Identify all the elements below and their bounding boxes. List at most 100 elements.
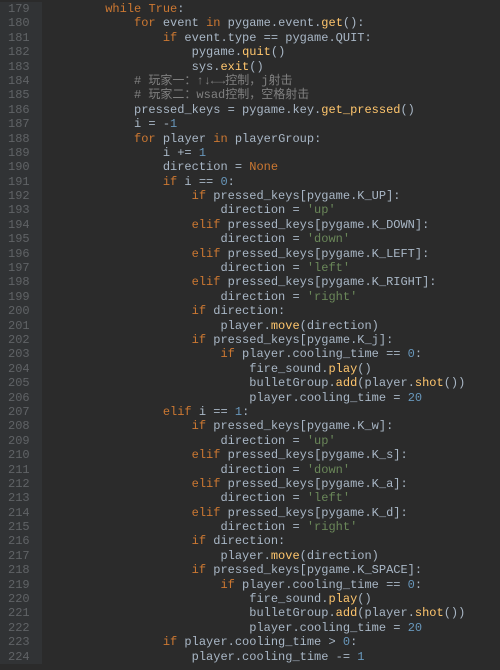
token-cmt: # 玩家一：↑↓←→控制，j射击 [134, 74, 292, 88]
token-op: : [228, 175, 235, 189]
line-number: 180 [8, 16, 30, 30]
token-nm: pygame. [192, 45, 242, 59]
token-op: : [415, 578, 422, 592]
token-kw: if [192, 189, 206, 203]
token-kw: elif [192, 218, 221, 232]
token-kw: elif [192, 247, 221, 261]
code-line[interactable]: direction = 'down' [48, 232, 466, 246]
token-kw: if [163, 175, 177, 189]
code-line[interactable]: if player.cooling_time == 0: [48, 578, 466, 592]
code-line[interactable]: pygame.quit() [48, 45, 466, 59]
code-line[interactable]: # 玩家二：wsad控制，空格射击 [48, 88, 466, 102]
token-num: 1 [235, 405, 242, 419]
code-line[interactable]: elif pressed_keys[pygame.K_DOWN]: [48, 218, 466, 232]
token-str: 'down' [307, 232, 350, 246]
line-number: 183 [8, 60, 30, 74]
code-line[interactable]: if event.type == pygame.QUIT: [48, 31, 466, 45]
code-line[interactable]: if pressed_keys[pygame.K_j]: [48, 333, 466, 347]
code-line[interactable]: i = -1 [48, 117, 466, 131]
code-line[interactable]: player.move(direction) [48, 549, 466, 563]
code-line[interactable]: direction = 'down' [48, 463, 466, 477]
token-kw: elif [192, 448, 221, 462]
code-line[interactable]: elif i == 1: [48, 405, 466, 419]
code-editor[interactable]: 1791801811821831841851861871881891901911… [0, 0, 500, 666]
code-line[interactable]: sys.exit() [48, 60, 466, 74]
code-line[interactable]: direction = 'right' [48, 520, 466, 534]
code-line[interactable]: if direction: [48, 304, 466, 318]
code-line[interactable]: bulletGroup.add(player.shot()) [48, 606, 466, 620]
token-kw: if [220, 578, 234, 592]
code-line[interactable]: direction = 'left' [48, 491, 466, 505]
code-line[interactable]: elif pressed_keys[pygame.K_d]: [48, 506, 466, 520]
token-str: 'up' [307, 203, 336, 217]
line-number: 221 [8, 606, 30, 620]
code-line[interactable]: player.cooling_time -= 1 [48, 650, 466, 664]
token-bool: None [249, 160, 278, 174]
code-line[interactable]: if player.cooling_time > 0: [48, 635, 466, 649]
token-nm: i == [192, 405, 235, 419]
line-number: 199 [8, 290, 30, 304]
token-str: 'left' [307, 261, 350, 275]
code-line[interactable]: i += 1 [48, 146, 466, 160]
token-op: () [357, 362, 371, 376]
code-line[interactable]: elif pressed_keys[pygame.K_LEFT]: [48, 247, 466, 261]
token-op: () [249, 60, 263, 74]
code-line[interactable]: if pressed_keys[pygame.K_SPACE]: [48, 563, 466, 577]
code-line[interactable]: player.cooling_time = 20 [48, 391, 466, 405]
code-line[interactable]: fire_sound.play() [48, 362, 466, 376]
token-nm: player.cooling_time > [177, 635, 343, 649]
token-num: 1 [170, 117, 177, 131]
code-line[interactable]: # 玩家一：↑↓←→控制，j射击 [48, 74, 466, 88]
line-number: 208 [8, 419, 30, 433]
code-line[interactable]: player.move(direction) [48, 319, 466, 333]
token-fn: add [336, 606, 358, 620]
token-fn: move [271, 549, 300, 563]
code-line[interactable]: while True: [48, 2, 466, 16]
token-nm: pressed_keys[pygame.K_s]: [220, 448, 407, 462]
token-kw: elif [192, 477, 221, 491]
token-kw: if [192, 534, 206, 548]
line-number: 195 [8, 232, 30, 246]
token-kw: if [163, 635, 177, 649]
code-area[interactable]: while True: for event in pygame.event.ge… [42, 2, 466, 664]
token-kw: if [192, 563, 206, 577]
line-number: 202 [8, 333, 30, 347]
code-line[interactable]: direction = 'up' [48, 203, 466, 217]
code-line[interactable]: bulletGroup.add(player.shot()) [48, 376, 466, 390]
token-nm: direction = [220, 491, 306, 505]
token-str: 'up' [307, 434, 336, 448]
token-nm: direction = [220, 261, 306, 275]
code-line[interactable]: direction = 'left' [48, 261, 466, 275]
token-nm: pressed_keys[pygame.K_SPACE]: [206, 563, 422, 577]
code-line[interactable]: if i == 0: [48, 175, 466, 189]
code-line[interactable]: elif pressed_keys[pygame.K_a]: [48, 477, 466, 491]
code-line[interactable]: for event in pygame.event.get(): [48, 16, 466, 30]
code-line[interactable]: if player.cooling_time == 0: [48, 347, 466, 361]
token-kw: for [134, 132, 156, 146]
code-line[interactable]: player.cooling_time = 20 [48, 621, 466, 635]
code-line[interactable]: if pressed_keys[pygame.K_UP]: [48, 189, 466, 203]
code-line[interactable]: if direction: [48, 534, 466, 548]
token-op: (player. [357, 606, 415, 620]
token-nm: i = - [134, 117, 170, 131]
code-line[interactable]: if pressed_keys[pygame.K_w]: [48, 419, 466, 433]
token-op: (direction) [300, 319, 379, 333]
token-nm: player.cooling_time == [235, 347, 408, 361]
token-nm: direction = [220, 463, 306, 477]
token-num: 0 [220, 175, 227, 189]
code-line[interactable]: direction = 'right' [48, 290, 466, 304]
token-nm: pressed_keys[pygame.K_j]: [206, 333, 393, 347]
token-op: () [400, 103, 414, 117]
token-num: 0 [343, 635, 350, 649]
line-number: 207 [8, 405, 30, 419]
code-line[interactable]: direction = None [48, 160, 466, 174]
line-number: 179 [8, 2, 30, 16]
token-nm: playerGroup: [228, 132, 322, 146]
token-nm: direction: [206, 534, 285, 548]
code-line[interactable]: direction = 'up' [48, 434, 466, 448]
code-line[interactable]: elif pressed_keys[pygame.K_s]: [48, 448, 466, 462]
code-line[interactable]: for player in playerGroup: [48, 132, 466, 146]
code-line[interactable]: fire_sound.play() [48, 592, 466, 606]
code-line[interactable]: elif pressed_keys[pygame.K_RIGHT]: [48, 275, 466, 289]
code-line[interactable]: pressed_keys = pygame.key.get_pressed() [48, 103, 466, 117]
